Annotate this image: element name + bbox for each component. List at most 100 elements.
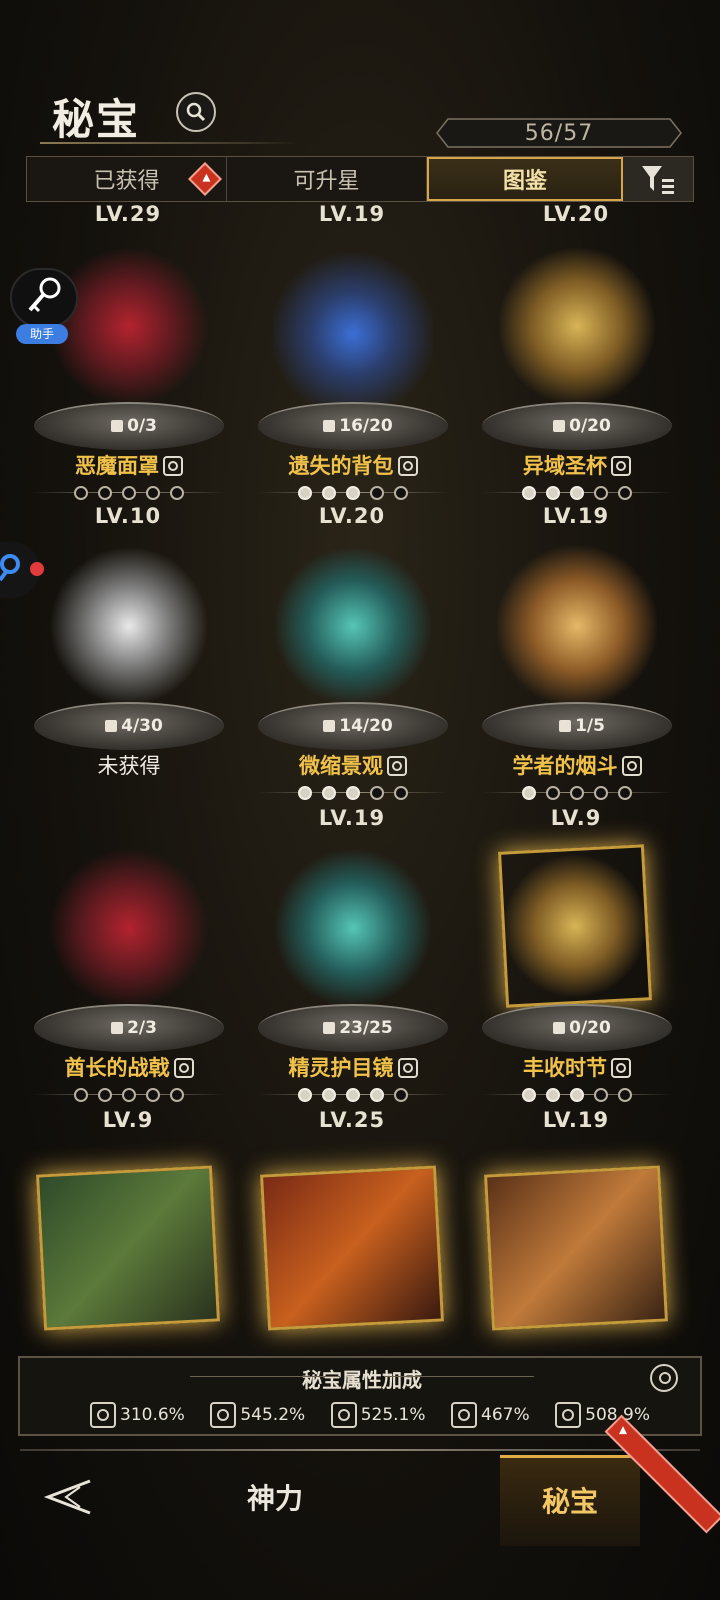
- miniature-globe-icon: [273, 546, 433, 706]
- page-title: 秘宝: [52, 95, 141, 144]
- warrior-card-image: [260, 1165, 444, 1331]
- treasure-card-ranger[interactable]: [36, 1150, 220, 1331]
- attr-panel-title: 秘宝属性加成: [20, 1364, 704, 1393]
- counter-text: 56/57: [524, 121, 594, 146]
- shard-count: 0/20: [542, 416, 622, 436]
- tab-obtained-label: 已获得: [93, 169, 160, 194]
- filter-icon: [642, 166, 674, 194]
- fist-type-icon: [163, 456, 183, 476]
- boot-type-icon: [173, 1058, 194, 1078]
- treasure-card-warrior[interactable]: [260, 1150, 444, 1331]
- shard-icon: [559, 720, 572, 732]
- item-name: 酋长的战戟: [24, 1052, 234, 1082]
- back-button[interactable]: [40, 1475, 96, 1519]
- star-rating: [472, 486, 682, 500]
- fist-icon: [210, 1402, 237, 1428]
- boot-type-icon: [387, 756, 407, 776]
- shard-count: 14/20: [318, 716, 398, 736]
- shard-icon: [323, 1022, 336, 1034]
- nav-treasure[interactable]: 秘宝: [500, 1414, 720, 1546]
- item-name: 遗失的背包: [248, 450, 458, 480]
- star-rating: [24, 486, 234, 500]
- item-name: 恶魔面罩: [24, 450, 234, 480]
- treasure-card-tavern[interactable]: [484, 1150, 668, 1331]
- grail-icon: [497, 246, 657, 406]
- level-label: LV.19: [318, 806, 386, 830]
- treasure-item-lost-backpack[interactable]: 16/20 遗失的背包: [248, 236, 458, 500]
- boot-icon: [451, 1402, 478, 1428]
- search-icon: [186, 102, 206, 122]
- treasure-item-lotus[interactable]: 4/30 未获得: [24, 536, 234, 796]
- tavern-card-image: [484, 1165, 668, 1331]
- item-name: 微缩景观: [248, 750, 458, 780]
- treasure-item-elf-goggles[interactable]: 23/25 精灵护目镜: [248, 838, 458, 1102]
- star-rating: [248, 1088, 458, 1102]
- nav-divider: [20, 1449, 700, 1451]
- level-label: LV.19: [542, 504, 610, 528]
- tab-bar: 已获得 可升星 图鉴: [26, 156, 694, 202]
- nav-divine-power[interactable]: 神力: [200, 1477, 350, 1517]
- star-rating: [472, 786, 682, 800]
- attr-details-icon[interactable]: [650, 1364, 678, 1392]
- attr-swirl: 525.1%: [330, 1402, 426, 1428]
- level-label: LV.9: [102, 1108, 154, 1132]
- star-rating: [24, 1088, 234, 1102]
- shard-count: 2/3: [94, 1018, 174, 1038]
- attr-boot: 467%: [451, 1402, 530, 1428]
- tab-upgradable-label: 可升星: [293, 169, 360, 194]
- attr-fist: 545.2%: [210, 1402, 305, 1428]
- ranger-card-image: [36, 1165, 220, 1331]
- treasure-item-miniature[interactable]: 14/20 微缩景观: [248, 536, 458, 800]
- backpack-icon: [273, 246, 433, 406]
- fist-type-icon: [611, 1058, 631, 1078]
- tab-codex-label: 图鉴: [502, 169, 547, 194]
- attr-heart: 508.9%: [555, 1402, 650, 1428]
- shard-count: 23/25: [318, 1018, 398, 1038]
- heart-type-icon: [621, 756, 642, 776]
- lotus-icon: [49, 546, 209, 706]
- star-rating: [472, 1088, 682, 1102]
- star-rating: [248, 486, 458, 500]
- item-name: 学者的烟斗: [472, 750, 682, 780]
- treasure-item-scholar-pipe[interactable]: 1/5 学者的烟斗: [472, 536, 682, 800]
- shard-count: 16/20: [318, 416, 398, 436]
- assistant-button[interactable]: 助手: [10, 268, 78, 344]
- pipe-icon: [497, 546, 657, 706]
- search-button[interactable]: [176, 92, 216, 132]
- item-name: 精灵护目镜: [248, 1052, 458, 1082]
- back-arrow-icon: [43, 1479, 91, 1515]
- notification-dot: [30, 562, 44, 576]
- nav-treasure-label: 秘宝: [541, 1485, 598, 1518]
- level-label: LV.19: [318, 202, 386, 226]
- shard-count: 1/5: [542, 716, 622, 736]
- shard-count: 0/20: [542, 1018, 622, 1038]
- level-label: LV.19: [542, 1108, 610, 1132]
- level-label: LV.25: [318, 1108, 386, 1132]
- attribute-bonus-panel: 秘宝属性加成 310.6% 545.2% 525.1% 467% 508.9%: [18, 1356, 702, 1436]
- fist-type-icon: [611, 456, 631, 476]
- item-name: 异域圣杯: [472, 450, 682, 480]
- swirl-type-icon: [397, 456, 418, 476]
- treasure-item-harvest-season[interactable]: 0/20 丰收时节: [472, 838, 682, 1102]
- bottom-nav: 神力 秘宝: [0, 1414, 720, 1546]
- level-label: LV.10: [94, 504, 162, 528]
- upgrade-badge-icon: [188, 162, 222, 196]
- key-icon: [10, 268, 78, 328]
- filter-button[interactable]: [623, 157, 693, 201]
- star-rating: [248, 786, 458, 800]
- tab-codex[interactable]: 图鉴: [427, 157, 623, 201]
- treasure-item-chief-halberd[interactable]: 2/3 酋长的战戟: [24, 838, 234, 1102]
- shard-count: 0/3: [94, 416, 174, 436]
- swirl-icon: [330, 1402, 357, 1428]
- tab-upgradable[interactable]: 可升星: [227, 157, 427, 201]
- shard-icon: [323, 720, 336, 732]
- tab-obtained[interactable]: 已获得: [27, 157, 227, 201]
- harvest-card-image: [498, 844, 652, 1008]
- magnifier-icon: [0, 554, 20, 582]
- attr-sword: 310.6%: [90, 1402, 185, 1428]
- shard-icon: [553, 420, 566, 432]
- item-name: 丰收时节: [472, 1052, 682, 1082]
- shard-count: 4/30: [94, 716, 174, 736]
- goggles-icon: [273, 848, 433, 1008]
- treasure-item-exotic-grail[interactable]: 0/20 异域圣杯: [472, 236, 682, 500]
